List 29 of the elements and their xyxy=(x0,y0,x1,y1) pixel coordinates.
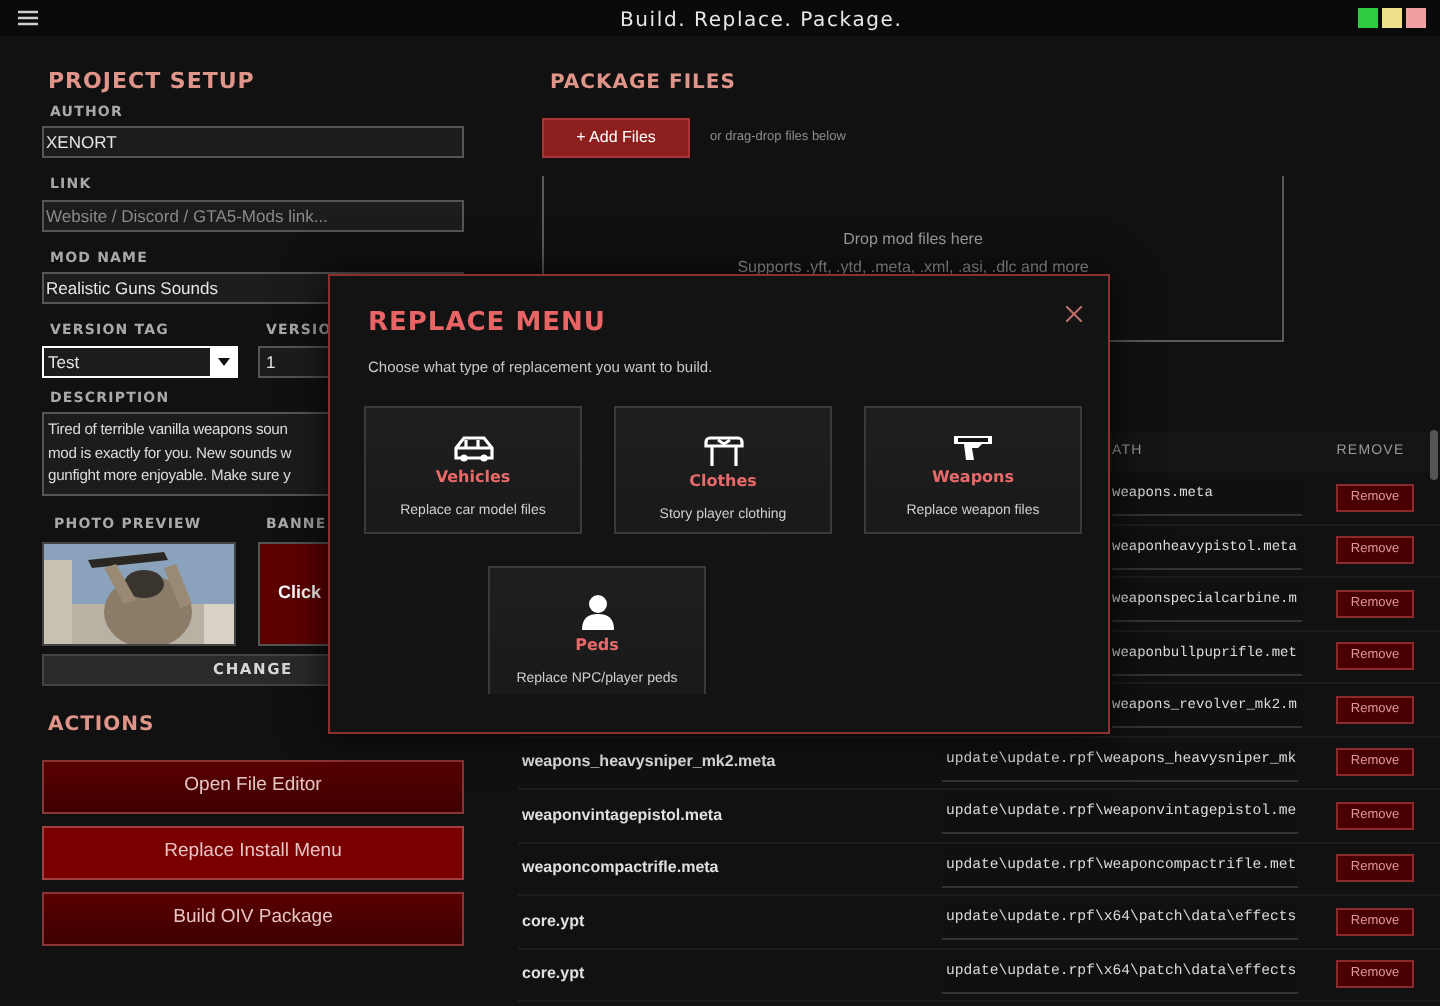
car-icon xyxy=(451,433,495,462)
file-name: core.ypt xyxy=(520,909,587,934)
action-button[interactable]: Build OIV Package xyxy=(42,891,464,945)
drop-title: Drop mod files here xyxy=(843,228,983,252)
text-field[interactable]: XENORT xyxy=(42,126,464,158)
file-name: weapons_heavysniper_mk2.meta xyxy=(520,750,778,775)
action-button[interactable]: Replace Install Menu xyxy=(42,825,464,879)
person-icon xyxy=(581,593,613,630)
file-name: weaponcompactrifle.meta xyxy=(520,856,721,881)
action-button[interactable]: Open File Editor xyxy=(42,759,464,813)
drop-subtitle: Supports .yft, .ytd, .meta, .xml, .asi, .dlc and more xyxy=(737,256,1089,280)
caret-icon xyxy=(217,357,229,365)
window-title: Build. Replace. Package. xyxy=(620,8,903,36)
close-icon[interactable] xyxy=(1066,306,1082,322)
file-name: core.ypt xyxy=(520,962,587,987)
option-title: Weapons xyxy=(931,465,1015,490)
gun-icon xyxy=(951,433,995,462)
option-title: Clothes xyxy=(689,469,757,494)
menu-icon[interactable] xyxy=(18,10,38,26)
text-field[interactable]: Website / Discord / GTA5-Mods link... xyxy=(42,199,464,231)
version-select[interactable]: Test xyxy=(42,345,238,377)
section-heading: PROJECT SETUP xyxy=(48,66,257,98)
section-heading: ACTIONS xyxy=(48,711,157,739)
add-files-button[interactable]: + Add Files xyxy=(542,118,690,158)
file-name: weaponvintagepistol.meta xyxy=(520,803,725,828)
scrollbar[interactable] xyxy=(1430,430,1438,480)
section-heading: PACKAGE FILES xyxy=(550,70,738,98)
clothing-icon xyxy=(703,433,743,466)
option-title: Peds xyxy=(575,633,619,658)
